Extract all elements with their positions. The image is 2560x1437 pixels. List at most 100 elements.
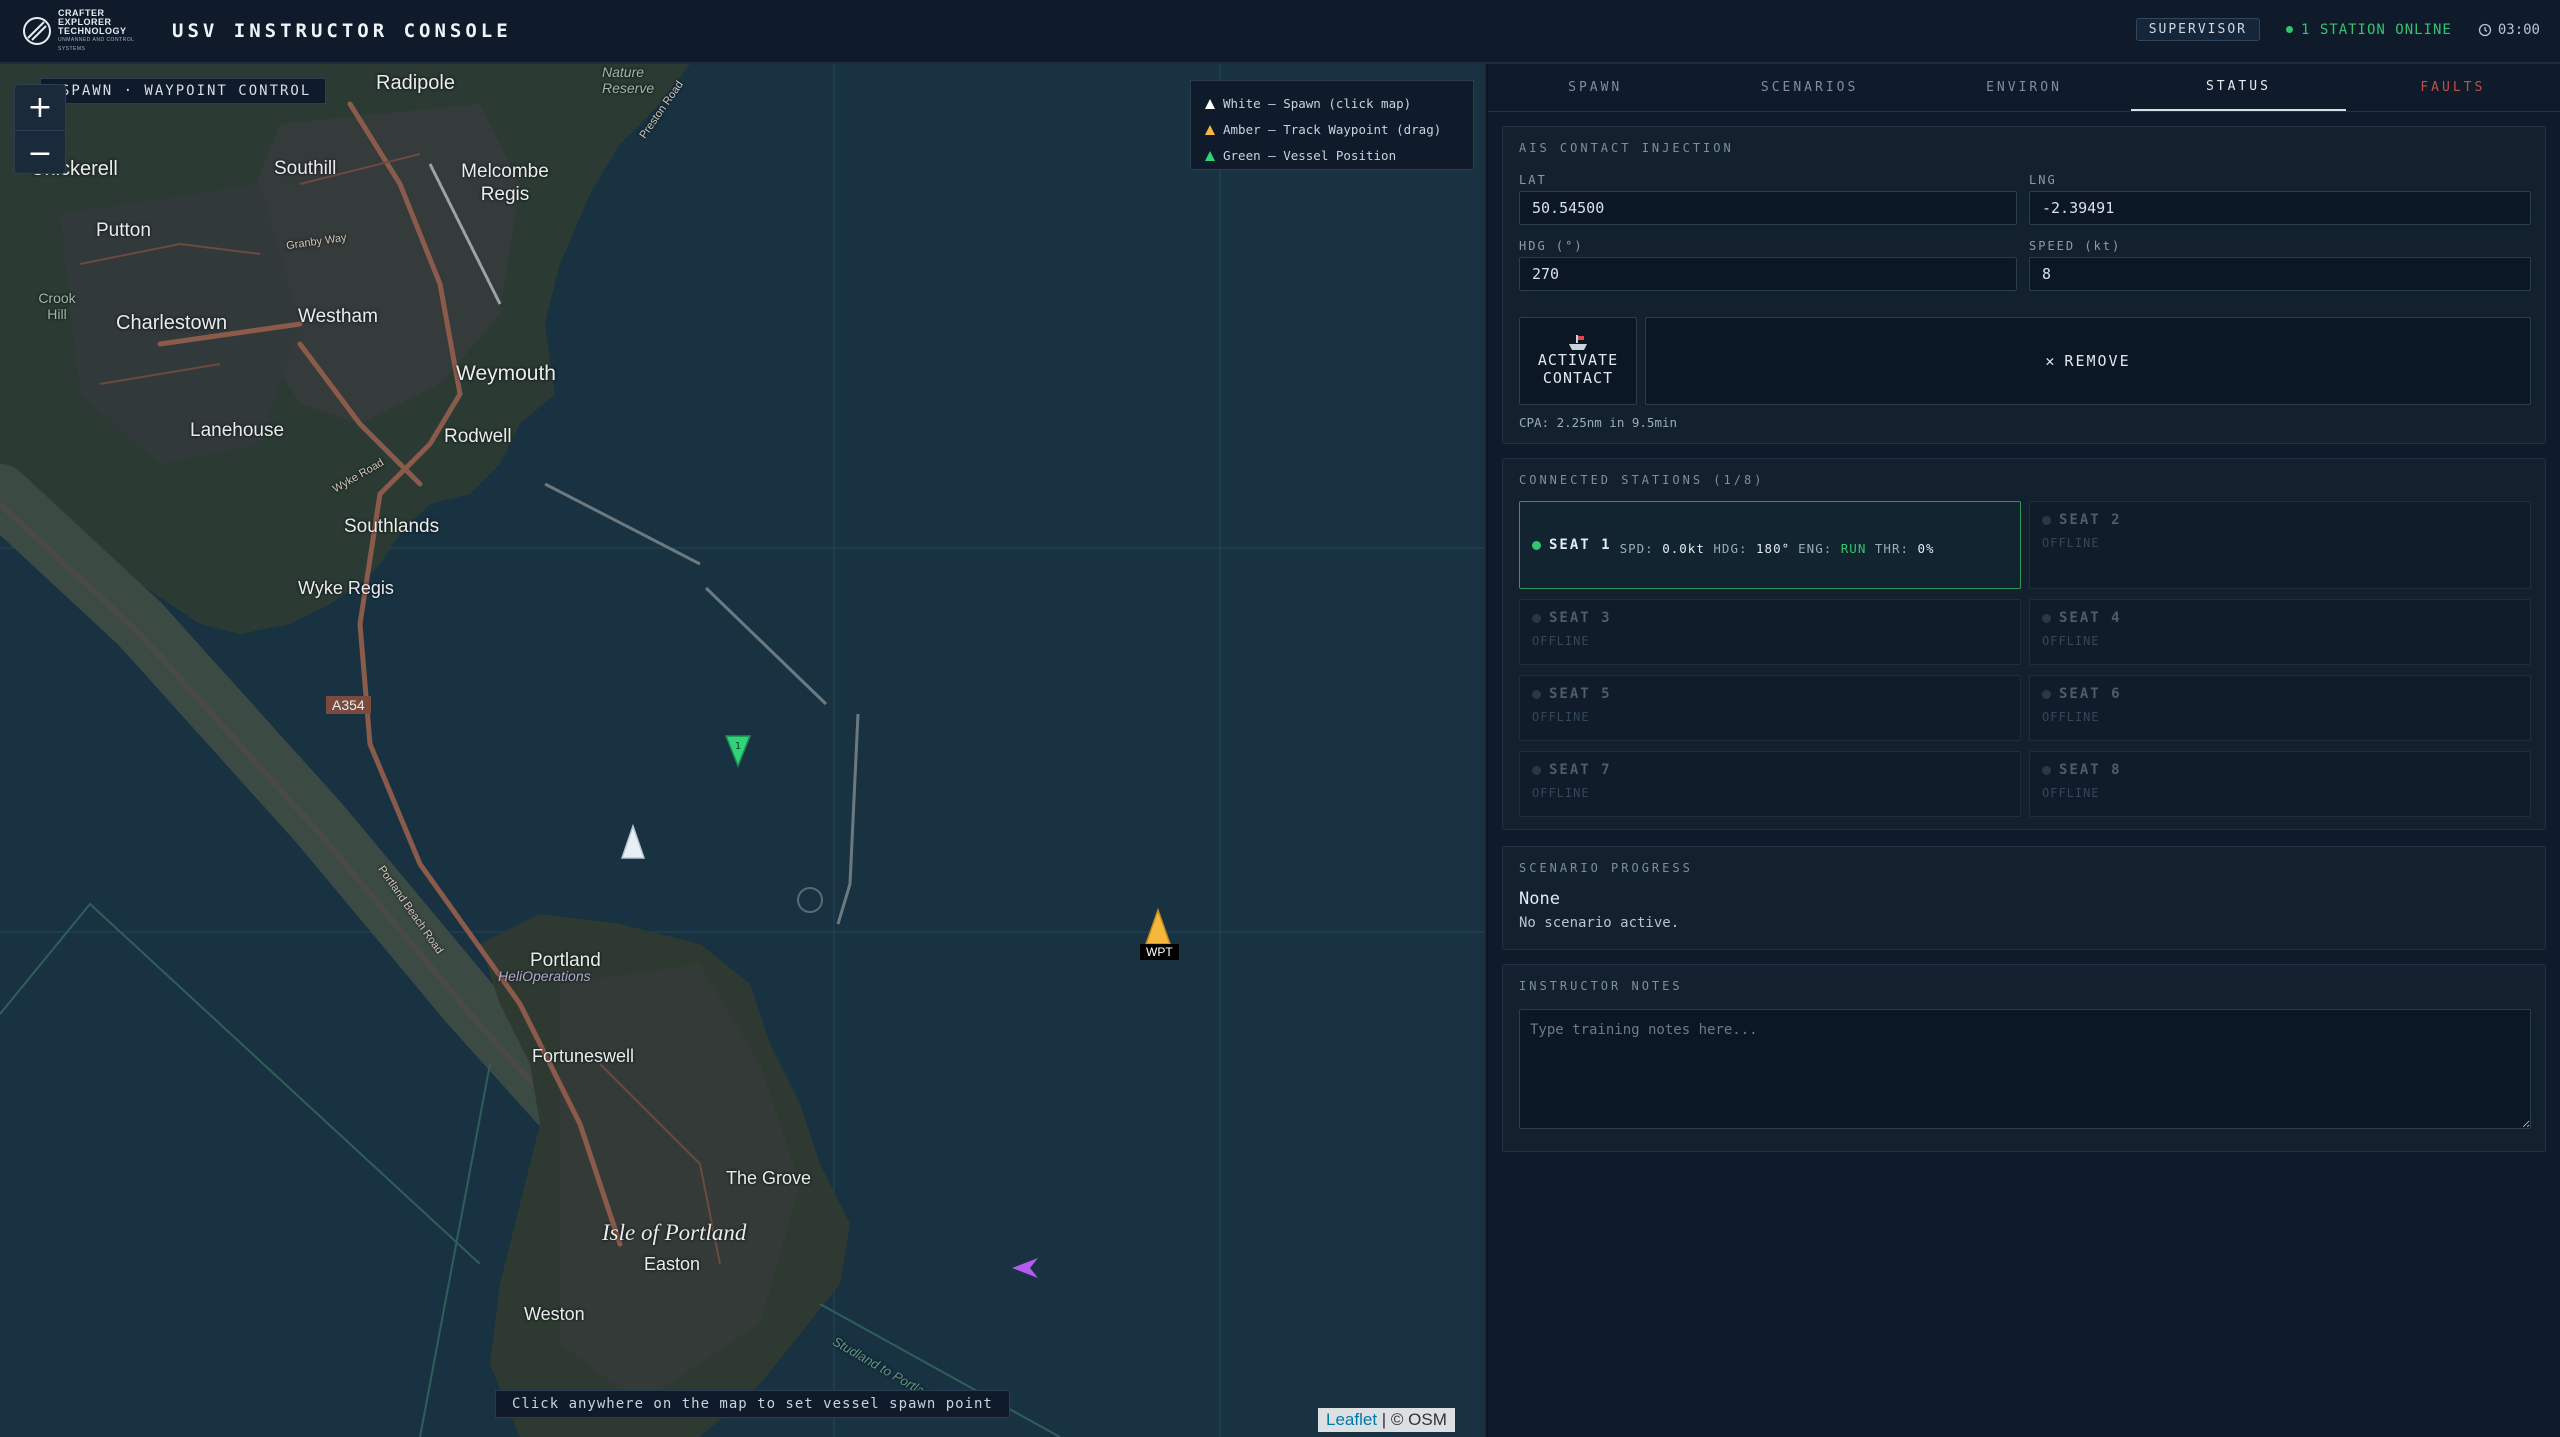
seat-name: SEAT 3 [1549, 610, 1612, 626]
tab-spawn[interactable]: SPAWN [1488, 64, 1702, 111]
tab-scenarios[interactable]: SCENARIOS [1702, 64, 1916, 111]
place-label: HeliOperations [498, 968, 591, 984]
ship-icon [1569, 335, 1587, 350]
white-triangle-icon [1205, 99, 1215, 109]
section-title: CONNECTED STATIONS (1/8) [1519, 473, 1765, 487]
role-badge[interactable]: SUPERVISOR [2135, 18, 2260, 41]
amber-triangle-icon [1205, 125, 1215, 135]
seat-card-8[interactable]: SEAT 8 OFFLINE [2029, 751, 2531, 817]
road-badge: A354 [326, 696, 371, 714]
legend-item: Green — Vessel Position [1205, 143, 1459, 169]
scenario-name: None [1519, 889, 1560, 909]
hdg-label: HDG: [1713, 541, 1748, 556]
seat-status: OFFLINE [2042, 634, 2100, 648]
seat-name: SEAT 7 [1549, 762, 1612, 778]
seat-status: OFFLINE [1532, 710, 1590, 724]
speed-input[interactable] [2029, 257, 2531, 291]
status-dot-icon [1532, 540, 1541, 550]
osm-attribution[interactable]: | © OSM [1382, 1410, 1447, 1429]
spawn-point-marker[interactable] [620, 824, 646, 860]
hdg-input[interactable] [1519, 257, 2017, 291]
zoom-in-button[interactable]: + [15, 85, 65, 130]
seat-status: OFFLINE [2042, 710, 2100, 724]
close-icon: ✕ [2045, 352, 2057, 370]
app-title: USV INSTRUCTOR CONSOLE [172, 20, 512, 42]
seat-status: OFFLINE [2042, 786, 2100, 800]
tab-status[interactable]: STATUS [2131, 64, 2346, 111]
scenario-progress-section: SCENARIO PROGRESS None No scenario activ… [1502, 846, 2546, 950]
place-label: Radipole [376, 72, 455, 94]
place-label: Southill [274, 158, 337, 179]
seat-name: SEAT 8 [2059, 762, 2122, 778]
place-label: Melcombe Regis [461, 161, 549, 205]
seat-name: SEAT 2 [2059, 512, 2122, 528]
place-label: Putton [96, 220, 151, 241]
seat-name: SEAT 4 [2059, 610, 2122, 626]
leaflet-link[interactable]: Leaflet [1326, 1410, 1377, 1429]
connected-stations-section: CONNECTED STATIONS (1/8) SEAT 1 SPD: 0.0… [1502, 458, 2546, 830]
track-waypoint-marker[interactable] [1144, 908, 1172, 946]
seat-card-5[interactable]: SEAT 5 OFFLINE [1519, 675, 2021, 741]
place-label: Weymouth [456, 362, 556, 385]
status-dot-icon [2042, 613, 2051, 623]
lng-input[interactable] [2029, 191, 2531, 225]
eng-value: RUN [1840, 541, 1867, 556]
seat-card-3[interactable]: SEAT 3 OFFLINE [1519, 599, 2021, 665]
vessel-position-marker[interactable]: 1 [724, 734, 752, 768]
legend-text: Green — Vessel Position [1223, 148, 1397, 163]
logo-tagline: UNMANNED AND CONTROL SYSTEMS [58, 36, 135, 52]
spd-value: 0.0kt [1662, 541, 1705, 556]
activate-contact-button[interactable]: ACTIVATE CONTACT [1519, 317, 1637, 405]
ais-injection-section: AIS CONTACT INJECTION LAT LNG HDG (°) SP… [1502, 126, 2546, 444]
seat-status: OFFLINE [1532, 786, 1590, 800]
seat-name: SEAT 6 [2059, 686, 2122, 702]
section-title: AIS CONTACT INJECTION [1519, 141, 1734, 155]
remove-label: REMOVE [2064, 352, 2131, 370]
zoom-control: + − [14, 84, 66, 174]
status-dot-icon [1532, 689, 1541, 699]
place-label: Weston [524, 1304, 585, 1324]
green-triangle-icon [1205, 151, 1215, 161]
ais-contact-marker[interactable] [1010, 1256, 1040, 1280]
status-dot-icon [2042, 689, 2051, 699]
online-status-text: 1 STATION ONLINE [2300, 21, 2452, 38]
remove-contact-button[interactable]: ✕ REMOVE [1645, 317, 2531, 405]
legend-text: White — Spawn (click map) [1223, 96, 1412, 111]
map-hint: Click anywhere on the map to set vessel … [495, 1390, 1010, 1418]
clock-icon [2478, 23, 2491, 36]
section-title: SCENARIO PROGRESS [1519, 861, 1693, 875]
seat-status: OFFLINE [2042, 536, 2100, 550]
notes-textarea[interactable] [1519, 1009, 2531, 1129]
eng-label: ENG: [1798, 541, 1833, 556]
session-clock: 03:00 [2478, 22, 2540, 38]
place-label: Charlestown [116, 312, 228, 334]
activate-label: ACTIVATE [1537, 351, 1619, 369]
status-dot-icon [2285, 26, 2293, 33]
seat-card-2[interactable]: SEAT 2 OFFLINE [2029, 501, 2531, 589]
seat-name: SEAT 1 [1549, 537, 1612, 553]
zoom-out-button[interactable]: − [15, 130, 65, 175]
thr-label: THR: [1874, 541, 1909, 556]
tab-faults[interactable]: FAULTS [2346, 64, 2560, 111]
lat-input[interactable] [1519, 191, 2017, 225]
seat-card-7[interactable]: SEAT 7 OFFLINE [1519, 751, 2021, 817]
seat-name: SEAT 5 [1549, 686, 1612, 702]
map-attribution: Leaflet | © OSM [1318, 1408, 1455, 1432]
place-label: Lanehouse [190, 420, 285, 441]
seat-card-6[interactable]: SEAT 6 OFFLINE [2029, 675, 2531, 741]
status-dot-icon [2042, 515, 2051, 525]
app-header: CRAFTER EXPLORER TECHNOLOGY UNMANNED AND… [0, 0, 2560, 64]
map-canvas[interactable]: Radipole Nature Reserve Preston Road Chi… [0, 64, 1486, 1437]
section-title: INSTRUCTOR NOTES [1519, 979, 1683, 993]
seat-telemetry: SPD: 0.0kt HDG: 180° [1620, 541, 1791, 556]
waypoint-label: WPT [1140, 944, 1179, 960]
company-logo: CRAFTER EXPLORER TECHNOLOGY UNMANNED AND… [22, 8, 146, 52]
place-label: Rodwell [444, 426, 512, 447]
scenario-status: No scenario active. [1519, 915, 1680, 931]
status-dot-icon [2042, 765, 2051, 775]
seat-card-4[interactable]: SEAT 4 OFFLINE [2029, 599, 2531, 665]
compass-logo-icon [23, 17, 51, 45]
seat-engine: ENG: RUN THR: 0% [1798, 541, 1934, 556]
seat-card-1[interactable]: SEAT 1 SPD: 0.0kt HDG: 180° ENG: RUN THR… [1519, 501, 2021, 589]
tab-environ[interactable]: ENVIRON [1917, 64, 2131, 111]
